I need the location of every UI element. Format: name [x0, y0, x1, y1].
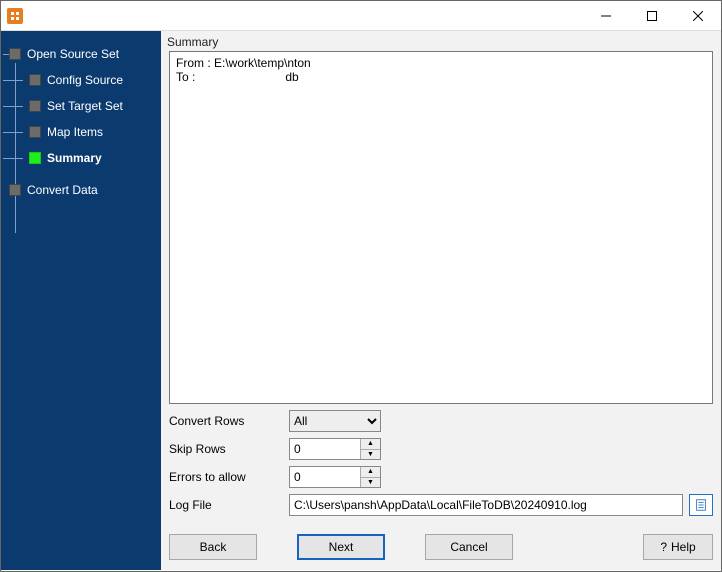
skip-rows-spinner[interactable]: ▲▼: [289, 438, 381, 460]
sidebar-item-label: Open Source Set: [27, 47, 119, 61]
sidebar-item-summary[interactable]: Summary: [29, 147, 161, 169]
summary-textarea[interactable]: From : E:\work\temp\nton To : db: [169, 51, 713, 404]
sidebar-item-label: Config Source: [47, 73, 123, 87]
options-form: Convert Rows All Skip Rows ▲▼ Errors to …: [161, 410, 721, 528]
cancel-button[interactable]: Cancel: [425, 534, 513, 560]
wizard-buttons: Back Next Cancel ? Help: [161, 528, 721, 570]
errors-allow-label: Errors to allow: [169, 470, 289, 484]
skip-rows-label: Skip Rows: [169, 442, 289, 456]
sidebar-item-set-target-set[interactable]: Set Target Set: [29, 95, 161, 117]
sidebar-item-label: Convert Data: [27, 183, 98, 197]
back-button[interactable]: Back: [169, 534, 257, 560]
step-icon: [29, 100, 41, 112]
spin-up-icon[interactable]: ▲: [360, 439, 380, 450]
step-icon: [29, 74, 41, 86]
sidebar-item-open-source-set[interactable]: Open Source Set: [9, 43, 161, 65]
help-icon: ?: [660, 540, 667, 554]
sidebar-item-map-items[interactable]: Map Items: [29, 121, 161, 143]
sidebar-item-config-source[interactable]: Config Source: [29, 69, 161, 91]
sidebar-item-label: Summary: [47, 151, 102, 165]
spin-down-icon[interactable]: ▼: [360, 450, 380, 460]
spin-down-icon[interactable]: ▼: [360, 478, 380, 488]
help-button[interactable]: ? Help: [643, 534, 713, 560]
app-icon: [7, 8, 23, 24]
browse-log-button[interactable]: [689, 494, 713, 516]
errors-allow-spinner[interactable]: ▲▼: [289, 466, 381, 488]
close-button[interactable]: [675, 1, 721, 31]
sidebar-item-label: Set Target Set: [47, 99, 123, 113]
next-button[interactable]: Next: [297, 534, 385, 560]
step-icon: [29, 126, 41, 138]
log-file-input[interactable]: [289, 494, 683, 516]
minimize-button[interactable]: [583, 1, 629, 31]
file-icon: [694, 498, 708, 512]
app-window: Open Source Set Config Source Set Target…: [0, 0, 722, 572]
step-icon: [9, 48, 21, 60]
step-icon: [9, 184, 21, 196]
convert-rows-select[interactable]: All: [289, 410, 381, 432]
wizard-sidebar: Open Source Set Config Source Set Target…: [1, 31, 161, 570]
log-file-label: Log File: [169, 498, 289, 512]
errors-allow-input[interactable]: [290, 467, 360, 487]
step-icon: [29, 152, 41, 164]
main-panel: Summary From : E:\work\temp\nton To : db…: [161, 31, 721, 570]
titlebar: [1, 1, 721, 31]
convert-rows-label: Convert Rows: [169, 414, 289, 428]
spin-up-icon[interactable]: ▲: [360, 467, 380, 478]
skip-rows-input[interactable]: [290, 439, 360, 459]
sidebar-item-convert-data[interactable]: Convert Data: [9, 179, 161, 201]
window-controls: [583, 1, 721, 31]
summary-heading: Summary: [161, 31, 721, 51]
sidebar-item-label: Map Items: [47, 125, 103, 139]
maximize-button[interactable]: [629, 1, 675, 31]
